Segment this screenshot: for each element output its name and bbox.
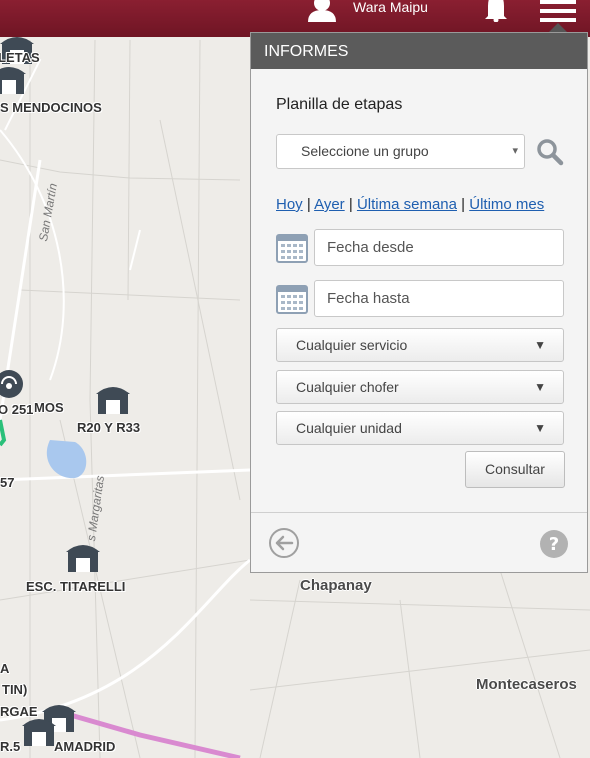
marker-label: S MENDOCINOS — [0, 100, 102, 115]
service-select[interactable]: Cualquier servicio ▼ — [276, 328, 564, 362]
svg-text:?: ? — [549, 534, 559, 555]
link-last-week[interactable]: Última semana — [357, 196, 457, 213]
service-select-value: Cualquier servicio — [296, 337, 408, 353]
marker-label: MOS — [34, 400, 64, 415]
group-select[interactable]: Seleccione un grupo ▾ — [276, 134, 525, 169]
unit-select-value: Cualquier unidad — [296, 420, 402, 436]
link-last-month[interactable]: Último mes — [469, 196, 544, 213]
calendar-icon[interactable] — [276, 231, 308, 263]
link-separator: | — [306, 196, 311, 213]
marker-label: R.5 — [0, 739, 21, 754]
chevron-down-icon: ▾ — [512, 145, 518, 157]
panel-divider — [251, 512, 587, 513]
date-to-input[interactable]: Fecha hasta — [314, 280, 564, 317]
date-from-input[interactable]: Fecha desde — [314, 229, 564, 266]
menu-pointer — [549, 23, 567, 32]
panel-heading: INFORMES — [251, 33, 587, 69]
report-title: Planilla de etapas — [276, 96, 403, 113]
marker-label: O 251 — [0, 402, 34, 417]
store-marker-icon[interactable] — [62, 538, 104, 578]
marker-label: A — [0, 661, 10, 676]
marker-label: AMADRID — [54, 739, 116, 754]
user-name[interactable]: Wara Maipu — [353, 0, 428, 15]
consult-button[interactable]: Consultar — [465, 451, 565, 488]
marker-label: ESC. TITARELLI — [26, 579, 126, 594]
calendar-icon[interactable] — [276, 282, 308, 314]
quick-date-links: Hoy | Ayer | Última semana | Último mes — [276, 196, 544, 213]
marker-label: R20 Y R33 — [77, 420, 141, 435]
menu-icon[interactable] — [540, 0, 576, 22]
link-yesterday[interactable]: Ayer — [314, 196, 345, 213]
place-label-montecaseros: Montecaseros — [476, 676, 577, 693]
store-marker-icon[interactable] — [92, 380, 134, 420]
marker-label: 57 — [0, 475, 15, 490]
chevron-down-icon: ▼ — [534, 421, 546, 435]
search-icon[interactable] — [536, 138, 564, 166]
back-arrow-icon[interactable] — [268, 527, 300, 559]
reports-panel: INFORMES Planilla de etapas Seleccione u… — [250, 32, 588, 573]
chevron-down-icon: ▼ — [534, 338, 546, 352]
bell-icon[interactable] — [482, 0, 510, 22]
link-today[interactable]: Hoy — [276, 196, 303, 213]
unit-select[interactable]: Cualquier unidad ▼ — [276, 411, 564, 445]
marker-label: TIN) — [2, 682, 28, 697]
store-marker-icon[interactable] — [0, 60, 30, 100]
place-label-chapanay: Chapanay — [300, 577, 372, 594]
chevron-down-icon: ▼ — [534, 380, 546, 394]
group-select-value: Seleccione un grupo — [301, 143, 429, 159]
help-icon[interactable]: ? — [539, 529, 569, 559]
link-separator: | — [348, 196, 353, 213]
link-separator: | — [461, 196, 466, 213]
driver-select-value: Cualquier chofer — [296, 379, 399, 395]
radio-marker-icon[interactable] — [0, 362, 30, 402]
user-icon[interactable] — [306, 0, 338, 22]
driver-select[interactable]: Cualquier chofer ▼ — [276, 370, 564, 404]
